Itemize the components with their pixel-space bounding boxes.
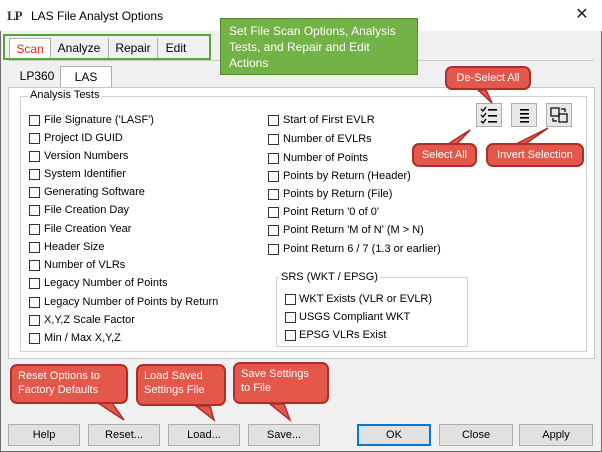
header-note: Set File Scan Options, Analysis Tests, a…: [220, 18, 418, 75]
callout-select-all: Select All: [412, 143, 477, 167]
callout-load: Load Saved Settings File: [136, 364, 226, 406]
callout-save: Save Settings to File: [233, 362, 329, 404]
callout-invert-selection: Invert Selection: [486, 143, 584, 167]
callout-reset: Reset Options to Factory Defaults: [10, 364, 128, 404]
callout-deselect-all: De-Select All: [445, 66, 531, 90]
